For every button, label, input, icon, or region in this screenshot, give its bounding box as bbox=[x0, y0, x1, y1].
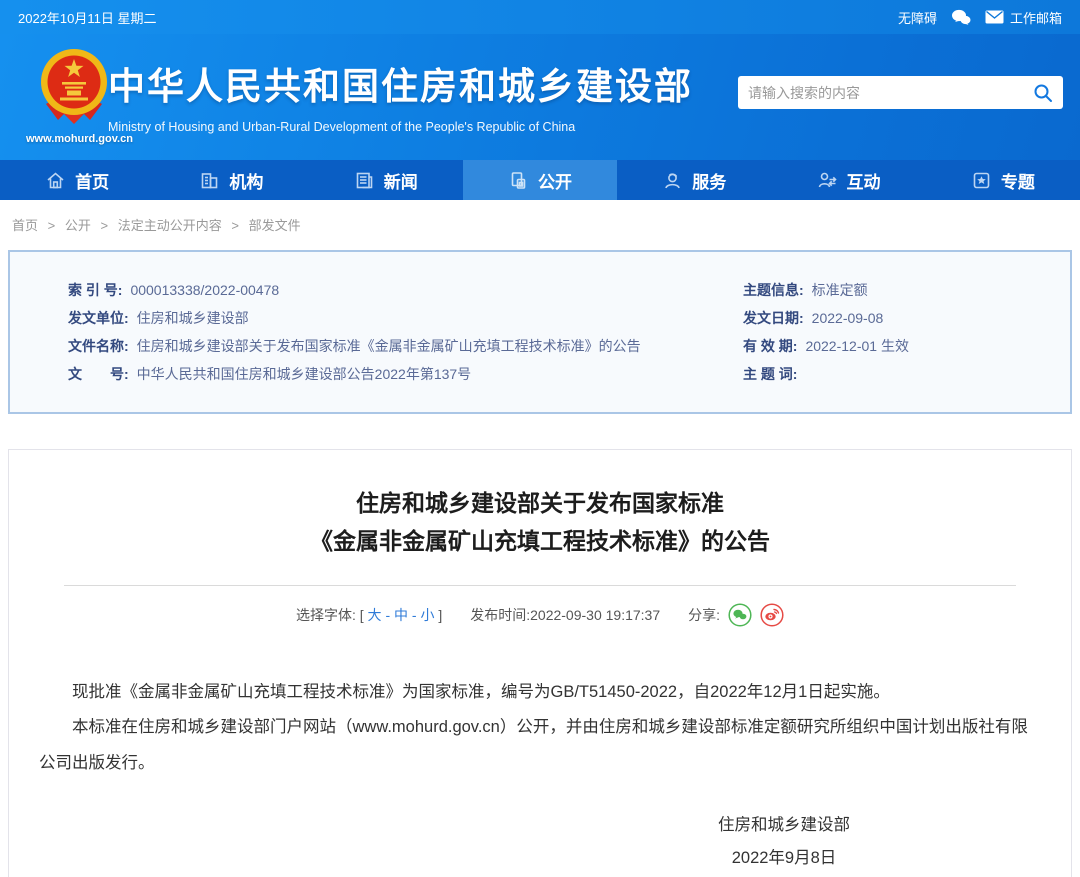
title-divider bbox=[64, 585, 1016, 586]
meta-label: 发文单位: bbox=[68, 310, 129, 326]
nav-item-news[interactable]: 新闻 bbox=[309, 160, 463, 200]
nav-label: 新闻 bbox=[383, 172, 418, 192]
site-subtitle: Ministry of Housing and Urban-Rural Deve… bbox=[108, 120, 576, 134]
bracket: ] bbox=[438, 607, 443, 623]
font-size-large-link[interactable]: 大 bbox=[368, 607, 382, 623]
meta-label: 文件名称: bbox=[68, 338, 129, 354]
share-label: 分享: bbox=[688, 607, 721, 623]
news-icon bbox=[356, 172, 373, 188]
mail-icon bbox=[985, 10, 1004, 24]
meta-value: 标准定额 bbox=[811, 282, 868, 298]
nav-item-home[interactable]: 首页 bbox=[0, 160, 154, 200]
share-weibo-button[interactable] bbox=[760, 603, 784, 627]
publish-time-label: 发布时间: bbox=[470, 607, 531, 623]
nav-item-public-disclosure[interactable]: 公开 bbox=[462, 160, 618, 200]
site-url: www.mohurd.gov.cn bbox=[26, 133, 133, 145]
dash: - bbox=[385, 607, 391, 623]
nav-label: 机构 bbox=[229, 172, 264, 192]
site-title: 中华人民共和国住房和城乡建设部 bbox=[108, 66, 693, 107]
weibo-share-icon bbox=[760, 603, 784, 627]
article-panel: 住房和城乡建设部关于发布国家标准 《金属非金属矿山充填工程技术标准》的公告 选择… bbox=[8, 449, 1072, 877]
font-size-small-link[interactable]: 小 bbox=[420, 607, 434, 623]
top-utility-bar: 2022年10月11日 星期二 无障碍 工作邮箱 bbox=[0, 0, 1080, 34]
nav-item-interaction[interactable]: 互动 bbox=[771, 160, 925, 200]
meta-value: 中华人民共和国住房和城乡建设部公告2022年第137号 bbox=[136, 366, 472, 382]
work-mailbox-link[interactable]: 工作邮箱 bbox=[1010, 8, 1062, 27]
meta-row-effective-date: 有 效 期: 2022-12-01 生效 bbox=[743, 332, 1054, 360]
article-title-line1: 住房和城乡建设部关于发布国家标准 bbox=[356, 490, 724, 516]
home-icon bbox=[47, 171, 64, 188]
nav-label: 服务 bbox=[692, 172, 727, 192]
meta-row-keywords: 主 题 词: bbox=[743, 360, 1054, 388]
nav-item-special-topics[interactable]: 专题 bbox=[926, 160, 1080, 200]
article-meta-row: 选择字体: [ 大 - 中 - 小 ] 发布时间: 2022-09-30 19:… bbox=[9, 603, 1071, 627]
wechat-icon[interactable] bbox=[951, 9, 971, 26]
meta-label: 主题信息: bbox=[743, 282, 804, 298]
breadcrumb-separator: > bbox=[100, 218, 109, 233]
meta-label: 有 效 期: bbox=[743, 338, 798, 354]
breadcrumb-statutory-disclosure[interactable]: 法定主动公开内容 bbox=[118, 218, 222, 233]
nav-label: 互动 bbox=[846, 172, 881, 192]
meta-value: 000013338/2022-00478 bbox=[130, 282, 280, 298]
national-emblem-icon bbox=[41, 49, 107, 124]
breadcrumb-current: 部发文件 bbox=[248, 218, 301, 233]
font-size-label: 选择字体: bbox=[295, 607, 356, 623]
meta-row-document-number: 文 号: 中华人民共和国住房和城乡建设部公告2022年第137号 bbox=[68, 360, 743, 388]
meta-label: 主 题 词: bbox=[743, 366, 798, 382]
publish-time-value: 2022-09-30 19:17:37 bbox=[530, 607, 661, 623]
wechat-share-icon bbox=[728, 603, 752, 627]
breadcrumb-home[interactable]: 首页 bbox=[12, 218, 38, 233]
article-title: 住房和城乡建设部关于发布国家标准 《金属非金属矿山充填工程技术标准》的公告 bbox=[9, 484, 1071, 560]
org-icon bbox=[202, 172, 218, 188]
meta-label: 索 引 号: bbox=[68, 282, 123, 298]
font-size-medium-link[interactable]: 中 bbox=[394, 607, 408, 623]
search-box bbox=[738, 76, 1063, 109]
breadcrumb-separator: > bbox=[47, 218, 56, 233]
article-title-line2: 《金属非金属矿山充填工程技术标准》的公告 bbox=[310, 528, 770, 554]
nav-item-organization[interactable]: 机构 bbox=[154, 160, 308, 200]
search-input[interactable] bbox=[748, 84, 1033, 101]
article-body: 现批准《金属非金属矿山充填工程技术标准》为国家标准，编号为GB/T51450-2… bbox=[39, 675, 1041, 781]
accessibility-link[interactable]: 无障碍 bbox=[898, 8, 937, 27]
meta-label: 发文日期: bbox=[743, 310, 804, 326]
meta-row-topic-info: 主题信息: 标准定额 bbox=[743, 276, 1054, 304]
nav-item-services[interactable]: 服务 bbox=[617, 160, 771, 200]
search-button[interactable] bbox=[1033, 83, 1053, 103]
dash: - bbox=[411, 607, 417, 623]
nav-label: 专题 bbox=[1000, 172, 1035, 192]
signature-organization: 住房和城乡建设部 bbox=[718, 816, 850, 835]
article-paragraph-2: 本标准在住房和城乡建设部门户网站（www.mohurd.gov.cn）公开，并由… bbox=[39, 718, 1028, 772]
font-size-selector: 选择字体: [ 大 - 中 - 小 ] bbox=[296, 605, 442, 625]
breadcrumb-separator: > bbox=[231, 218, 239, 233]
topic-icon bbox=[973, 172, 990, 188]
signature-date: 2022年9月8日 bbox=[731, 849, 837, 868]
nav-label: 公开 bbox=[537, 172, 572, 192]
document-metadata-box: 索 引 号: 000013338/2022-00478 发文单位: 住房和城乡建… bbox=[8, 250, 1072, 414]
breadcrumb-public[interactable]: 公开 bbox=[65, 218, 91, 233]
meta-value: 住房和城乡建设部关于发布国家标准《金属非金属矿山充填工程技术标准》的公告 bbox=[136, 338, 641, 354]
meta-row-issuing-unit: 发文单位: 住房和城乡建设部 bbox=[68, 304, 743, 332]
open-icon bbox=[511, 171, 526, 189]
current-date: 2022年10月11日 星期二 bbox=[18, 10, 157, 26]
meta-value: 2022-12-01 生效 bbox=[805, 338, 909, 354]
breadcrumb: 首页 > 公开 > 法定主动公开内容 > 部发文件 bbox=[0, 200, 1080, 246]
site-header: www.mohurd.gov.cn 中华人民共和国住房和城乡建设部 Minist… bbox=[0, 34, 1080, 160]
meta-value: 住房和城乡建设部 bbox=[136, 310, 249, 326]
meta-label: 文 号: bbox=[68, 366, 129, 382]
meta-row-issue-date: 发文日期: 2022-09-08 bbox=[743, 304, 1054, 332]
interact-icon bbox=[818, 172, 837, 187]
meta-value: 2022-09-08 bbox=[811, 310, 884, 326]
article-paragraph-1: 现批准《金属非金属矿山充填工程技术标准》为国家标准，编号为GB/T51450-2… bbox=[72, 683, 890, 701]
nav-label: 首页 bbox=[75, 172, 110, 192]
main-navigation: 首页 机构 新闻 公开 服务 互动 专题 bbox=[0, 160, 1080, 200]
service-icon bbox=[665, 172, 681, 188]
search-icon bbox=[1034, 84, 1052, 102]
bracket: [ bbox=[359, 607, 364, 623]
article-signature: 住房和城乡建设部 2022年9月8日 bbox=[609, 809, 959, 875]
share-wechat-button[interactable] bbox=[728, 603, 752, 627]
meta-row-document-name: 文件名称: 住房和城乡建设部关于发布国家标准《金属非金属矿山充填工程技术标准》的… bbox=[68, 332, 743, 360]
meta-row-index-number: 索 引 号: 000013338/2022-00478 bbox=[68, 276, 743, 304]
